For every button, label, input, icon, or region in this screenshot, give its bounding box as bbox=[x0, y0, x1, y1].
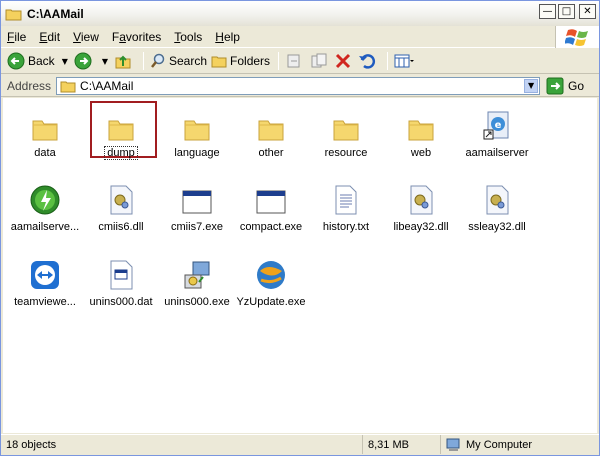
search-button[interactable]: Search bbox=[150, 50, 207, 72]
menu-file-rest: ile bbox=[14, 29, 27, 44]
address-dropdown-icon[interactable]: ▼ bbox=[524, 78, 539, 93]
installer-icon bbox=[159, 255, 235, 291]
forward-button[interactable] bbox=[74, 50, 95, 72]
exe-icon bbox=[159, 180, 235, 216]
file-item[interactable]: e aamailserver bbox=[459, 106, 535, 159]
status-location: My Computer bbox=[441, 435, 597, 454]
folder-icon bbox=[7, 106, 83, 142]
file-item[interactable]: other bbox=[233, 106, 309, 159]
up-folder-icon[interactable] bbox=[114, 52, 132, 70]
go-button[interactable]: Go bbox=[546, 77, 584, 95]
folders-button[interactable]: Folders bbox=[211, 50, 270, 72]
file-item[interactable]: history.txt bbox=[308, 180, 384, 233]
folder-icon bbox=[308, 106, 384, 142]
computer-icon bbox=[446, 438, 460, 451]
file-item[interactable]: YzUpdate.exe bbox=[233, 255, 309, 308]
file-item[interactable]: aamailserve... bbox=[7, 180, 83, 233]
address-bar: Address C:\AAMail ▼ Go bbox=[1, 75, 599, 97]
window-title: C:\AAMail bbox=[27, 6, 84, 21]
address-label: Address bbox=[7, 78, 52, 93]
app-green-icon bbox=[7, 180, 83, 216]
go-arrow-icon bbox=[546, 77, 564, 94]
folders-icon bbox=[211, 56, 227, 68]
dat-icon bbox=[83, 255, 159, 291]
back-button[interactable]: Back bbox=[7, 50, 55, 72]
exe-icon bbox=[233, 180, 309, 216]
back-dropdown-icon[interactable]: ▼ bbox=[62, 57, 68, 66]
folder-icon bbox=[383, 106, 459, 142]
menu-view[interactable]: View bbox=[73, 30, 99, 44]
windows-logo-icon bbox=[555, 26, 599, 48]
file-view[interactable]: data dump language other resource web e … bbox=[3, 98, 597, 433]
toolbar: Back ▼ ▼ Search Folders bbox=[1, 49, 599, 74]
views-icon[interactable] bbox=[394, 53, 415, 69]
status-bar: 18 objects 8,31 MB My Computer bbox=[1, 434, 599, 455]
svg-text:e: e bbox=[495, 120, 502, 131]
dll-icon bbox=[459, 180, 535, 216]
menu-help[interactable]: Help bbox=[215, 30, 240, 44]
teamviewer-icon bbox=[7, 255, 83, 291]
status-size: 8,31 MB bbox=[363, 435, 441, 454]
forward-dropdown-icon[interactable]: ▼ bbox=[102, 57, 108, 66]
file-item[interactable]: compact.exe bbox=[233, 180, 309, 233]
delete-icon[interactable] bbox=[335, 53, 351, 69]
minimize-button[interactable]: — bbox=[539, 4, 556, 19]
menu-favorites[interactable]: Favorites bbox=[112, 30, 161, 44]
menu-file[interactable]: File bbox=[7, 30, 26, 44]
file-item[interactable]: cmiis7.exe bbox=[159, 180, 235, 233]
file-item[interactable]: resource bbox=[308, 106, 384, 159]
folder-icon bbox=[60, 81, 76, 92]
file-item[interactable]: dump bbox=[83, 106, 159, 160]
menu-edit[interactable]: Edit bbox=[39, 30, 60, 44]
folder-icon bbox=[233, 106, 309, 142]
file-item[interactable]: cmiis6.dll bbox=[83, 180, 159, 233]
file-item[interactable]: teamviewe... bbox=[7, 255, 83, 308]
forward-arrow-icon bbox=[74, 52, 92, 70]
folder-icon bbox=[83, 106, 159, 142]
file-item[interactable]: unins000.dat bbox=[83, 255, 159, 308]
file-item[interactable]: language bbox=[159, 106, 235, 159]
dll-icon bbox=[83, 180, 159, 216]
maximize-button[interactable]: □ bbox=[558, 4, 575, 19]
menu-tools[interactable]: Tools bbox=[174, 30, 202, 44]
menu-bar: File Edit View Favorites Tools Help bbox=[1, 26, 599, 48]
toolbar-separator bbox=[387, 52, 389, 70]
file-item[interactable]: unins000.exe bbox=[159, 255, 235, 308]
toolbar-separator bbox=[278, 52, 280, 70]
search-icon bbox=[151, 53, 165, 68]
back-arrow-icon bbox=[7, 52, 25, 70]
toolbar-separator bbox=[143, 52, 144, 70]
text-file-icon bbox=[308, 180, 384, 216]
address-input[interactable]: C:\AAMail ▼ bbox=[56, 76, 541, 95]
file-item[interactable]: web bbox=[383, 106, 459, 159]
file-item[interactable]: data bbox=[7, 106, 83, 159]
copy-to-icon[interactable] bbox=[310, 52, 328, 70]
file-item[interactable]: ssleay32.dll bbox=[459, 180, 535, 233]
undo-icon[interactable] bbox=[358, 52, 376, 70]
move-to-icon[interactable] bbox=[285, 52, 303, 70]
globe-icon bbox=[233, 255, 309, 291]
title-bar[interactable]: C:\AAMail — □ ✕ bbox=[1, 1, 599, 26]
file-item[interactable]: libeay32.dll bbox=[383, 180, 459, 233]
explorer-window: C:\AAMail — □ ✕ File Edit View Favorites… bbox=[0, 0, 600, 456]
close-button[interactable]: ✕ bbox=[579, 4, 596, 19]
folder-icon bbox=[5, 7, 22, 21]
folder-icon bbox=[159, 106, 235, 142]
status-object-count: 18 objects bbox=[1, 435, 363, 454]
shortcut-icon: e bbox=[459, 106, 535, 142]
dll-icon bbox=[383, 180, 459, 216]
